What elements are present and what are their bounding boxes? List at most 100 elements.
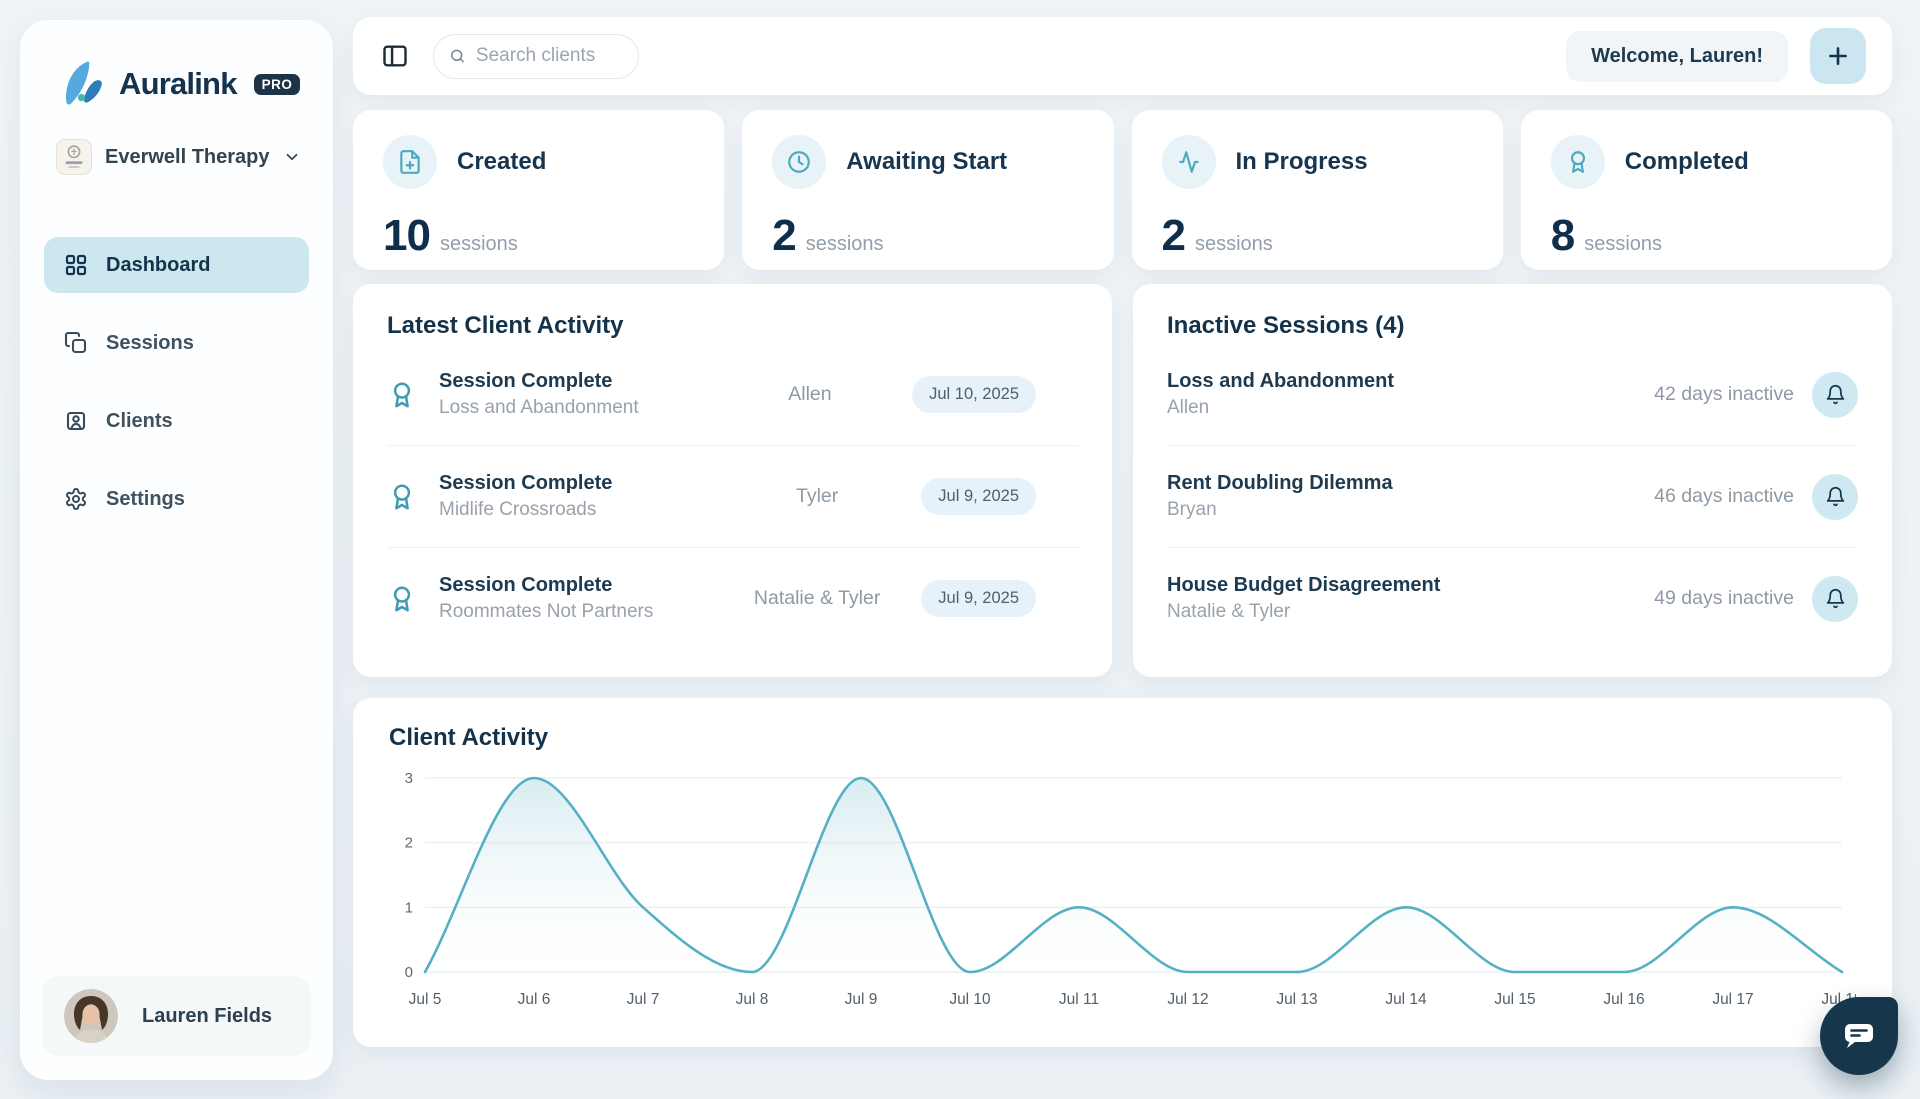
chart-x-tick-label: Jul 8: [736, 991, 769, 1008]
sidebar-nav: Dashboard Sessions Clients Settings: [44, 237, 309, 527]
inactive-session-row: House Budget Disagreement Natalie & Tyle…: [1167, 547, 1858, 649]
activity-client: Allen: [708, 383, 912, 406]
stat-unit: sessions: [1584, 233, 1662, 256]
inactive-duration: 42 days inactive: [1654, 383, 1794, 406]
chart-x-tick-label: Jul 12: [1167, 991, 1208, 1008]
stat-label: In Progress: [1236, 148, 1368, 176]
org-logo: [56, 139, 92, 175]
stat-value: 8: [1551, 211, 1574, 261]
sidebar-item-label: Clients: [106, 410, 173, 433]
sidebar-item-settings[interactable]: Settings: [44, 471, 309, 527]
chart-y-tick-label: 0: [405, 964, 413, 981]
latest-activity-title: Latest Client Activity: [387, 312, 1078, 340]
remind-button[interactable]: [1812, 372, 1858, 418]
chart-x-tick-label: Jul 9: [845, 991, 878, 1008]
topbar: Welcome, Lauren!: [353, 17, 1892, 95]
chart-y-tick-label: 2: [405, 835, 413, 852]
stat-card-completed: Completed 8 sessions: [1521, 110, 1892, 270]
brand-logo: Auralink PRO: [44, 56, 309, 112]
stat-unit: sessions: [1195, 233, 1273, 256]
activity-subtitle: Roommates Not Partners: [439, 601, 713, 623]
grid-icon: [64, 253, 88, 277]
contact-card-icon: [64, 409, 88, 433]
activity-client: Natalie & Tyler: [713, 587, 921, 610]
chat-bubble-icon: [1839, 1018, 1879, 1054]
inactive-duration: 49 days inactive: [1654, 587, 1794, 610]
user-name: Lauren Fields: [142, 1005, 272, 1028]
chart-x-tick-label: Jul 11: [1059, 991, 1099, 1008]
sidebar-item-sessions[interactable]: Sessions: [44, 315, 309, 371]
stat-card-created: Created 10 sessions: [353, 110, 724, 270]
search-box: [433, 34, 639, 79]
remind-button[interactable]: [1812, 576, 1858, 622]
activity-date-badge: Jul 10, 2025: [912, 376, 1036, 413]
user-profile[interactable]: Lauren Fields: [42, 976, 311, 1056]
chart-x-tick-label: Jul 17: [1712, 991, 1753, 1008]
sidebar-item-clients[interactable]: Clients: [44, 393, 309, 449]
stat-card-in-progress: In Progress 2 sessions: [1132, 110, 1503, 270]
chart-y-tick-label: 3: [405, 770, 413, 787]
add-button[interactable]: [1810, 28, 1866, 84]
remind-button[interactable]: [1812, 474, 1858, 520]
session-client: Allen: [1167, 397, 1654, 419]
activity-date-badge: Jul 9, 2025: [921, 478, 1036, 515]
stat-label: Created: [457, 148, 546, 176]
award-icon: [387, 482, 417, 512]
activity-date-badge: Jul 9, 2025: [921, 580, 1036, 617]
chart-title: Client Activity: [389, 724, 1856, 752]
search-input[interactable]: [476, 45, 623, 67]
stat-value: 2: [1162, 211, 1185, 261]
activity-title: Session Complete: [439, 574, 713, 597]
session-title: House Budget Disagreement: [1167, 574, 1654, 597]
chart-area-fill: [425, 778, 1842, 972]
session-client: Bryan: [1167, 499, 1654, 521]
pro-badge: PRO: [254, 74, 301, 95]
client-activity-chart: 0123Jul 5Jul 6Jul 7Jul 8Jul 9Jul 10Jul 1…: [389, 764, 1856, 1016]
session-title: Rent Doubling Dilemma: [1167, 472, 1654, 495]
activity-title: Session Complete: [439, 472, 713, 495]
activity-row: Session Complete Roommates Not Partners …: [387, 547, 1078, 649]
sidebar-item-dashboard[interactable]: Dashboard: [44, 237, 309, 293]
latest-activity-card: Latest Client Activity Session Complete …: [353, 284, 1112, 677]
award-icon: [387, 584, 417, 614]
activity-subtitle: Midlife Crossroads: [439, 499, 713, 521]
inactive-session-row: Rent Doubling Dilemma Bryan 46 days inac…: [1167, 445, 1858, 547]
stat-value: 2: [772, 211, 795, 261]
chart-x-tick-label: Jul 5: [409, 991, 442, 1008]
panel-left-icon: [381, 42, 409, 70]
inactive-duration: 46 days inactive: [1654, 485, 1794, 508]
sidebar: Auralink PRO Everwell Therapy Dashboard: [20, 20, 333, 1080]
inactive-sessions-card: Inactive Sessions (4) Loss and Abandonme…: [1133, 284, 1892, 677]
welcome-banner: Welcome, Lauren!: [1566, 31, 1788, 82]
stat-label: Completed: [1625, 148, 1749, 176]
app-root: Auralink PRO Everwell Therapy Dashboard: [0, 0, 1920, 1099]
inactive-session-row: Loss and Abandonment Allen 42 days inact…: [1167, 344, 1858, 445]
pages-icon: [64, 331, 88, 355]
search-icon: [449, 46, 466, 66]
stat-card-awaiting-start: Awaiting Start 2 sessions: [742, 110, 1113, 270]
stats-row: Created 10 sessions Awaiting Start 2 ses…: [353, 110, 1892, 270]
sidebar-item-label: Settings: [106, 488, 185, 511]
sidebar-item-label: Dashboard: [106, 254, 210, 277]
chart-x-tick-label: Jul 7: [627, 991, 660, 1008]
org-selector[interactable]: Everwell Therapy: [56, 139, 309, 175]
chart-x-tick-label: Jul 10: [949, 991, 991, 1008]
lists-row: Latest Client Activity Session Complete …: [353, 284, 1892, 677]
sidebar-toggle-button[interactable]: [379, 40, 411, 72]
chevron-down-icon: [283, 148, 301, 166]
award-icon: [1551, 135, 1605, 189]
activity-subtitle: Loss and Abandonment: [439, 397, 708, 419]
file-plus-icon: [383, 135, 437, 189]
chart-x-tick-label: Jul 13: [1276, 991, 1317, 1008]
brand-name: Auralink: [119, 66, 237, 102]
session-title: Loss and Abandonment: [1167, 370, 1654, 393]
chat-launcher-button[interactable]: [1820, 997, 1898, 1075]
clock-icon: [772, 135, 826, 189]
activity-icon: [1162, 135, 1216, 189]
stat-unit: sessions: [440, 233, 518, 256]
chart-x-tick-label: Jul 16: [1603, 991, 1644, 1008]
stat-value: 10: [383, 211, 430, 261]
activity-title: Session Complete: [439, 370, 708, 393]
stat-label: Awaiting Start: [846, 148, 1007, 176]
bell-icon: [1825, 486, 1846, 507]
